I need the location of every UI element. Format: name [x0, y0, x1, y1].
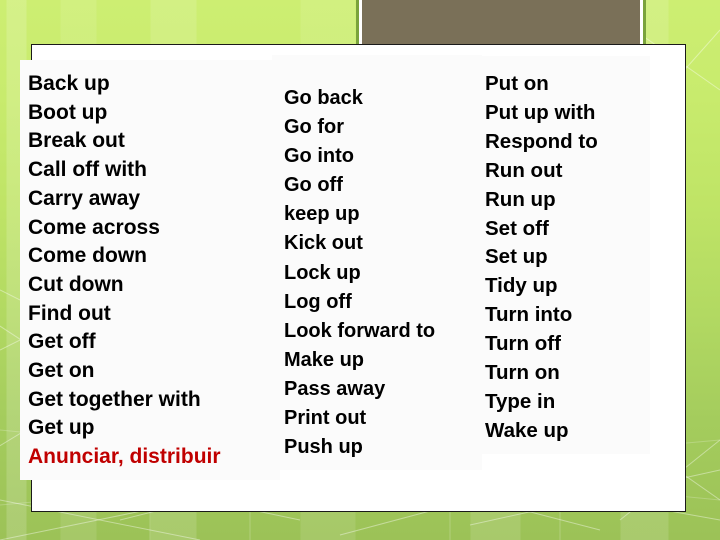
phrasal-verb-item: Kick out — [284, 232, 363, 255]
phrasal-verb-item: Lock up — [284, 261, 361, 284]
phrasal-verb-item: Cut down — [28, 272, 124, 296]
phrasal-verb-item: Get on — [28, 359, 95, 383]
phrasal-verb-item: Make up — [284, 348, 365, 371]
phrasal-verb-item: Go back — [284, 87, 363, 109]
phrasal-verb-item: Run out — [485, 158, 563, 182]
phrasal-verb-item: Tidy up — [485, 274, 558, 298]
phrasal-verb-item: Boot up — [28, 100, 108, 124]
phrasal-verb-item: Turn on — [485, 361, 560, 385]
phrasal-verb-item: Turn off — [485, 332, 561, 356]
phrasal-verb-item: Run up — [485, 187, 556, 211]
phrasal-verb-item: Call off with — [28, 158, 147, 182]
phrasal-verb-item: Go off — [284, 174, 343, 197]
phrasal-verb-item: Go into — [284, 145, 354, 168]
phrasal-verb-item: Go for — [284, 116, 344, 139]
phrasal-verb-column-3: Put on Put up with Respond to Run out Run up… — [472, 56, 650, 454]
phrasal-verb-item: Get off — [28, 330, 96, 354]
phrasal-verb-item: Back up — [28, 72, 110, 95]
phrasal-verb-item: Wake up — [485, 418, 569, 442]
phrasal-verb-item: Come down — [28, 244, 147, 268]
phrasal-verb-item: Push up — [284, 436, 363, 459]
phrasal-verb-item: Put on — [485, 72, 549, 95]
phrasal-verb-item: Find out — [28, 301, 111, 325]
phrasal-verb-item: Type in — [485, 389, 556, 413]
phrasal-verb-item: Set up — [485, 245, 548, 269]
phrasal-verb-item: Come across — [28, 215, 160, 239]
phrasal-verb-item: Put up with — [485, 100, 596, 124]
phrasal-verb-item: Get together with — [28, 387, 201, 411]
phrasal-verb-item: Anunciar, distribuir — [28, 445, 221, 469]
phrasal-verb-item: Carry away — [28, 186, 141, 210]
phrasal-verb-item: keep up — [284, 203, 360, 226]
phrasal-verb-item: Pass away — [284, 377, 386, 400]
phrasal-verb-item: Print out — [284, 407, 367, 430]
phrasal-verb-item: Set off — [485, 216, 549, 240]
phrasal-verb-column-2: Go back Go for Go into Go off keep up Kick ou… — [272, 55, 482, 471]
phrasal-verb-item: Log off — [284, 290, 352, 313]
phrasal-verb-item: Break out — [28, 129, 125, 153]
phrasal-verb-item: Look forward to — [284, 319, 436, 342]
phrasal-verb-item: Turn into — [485, 303, 573, 327]
phrasal-verb-item: Get up — [28, 416, 95, 440]
phrasal-verb-column-1: Back up Boot up Break out Call off with Carr… — [20, 60, 280, 480]
slide-canvas: Back up Boot up Break out Call off with Carr… — [0, 0, 720, 540]
phrasal-verb-item: Respond to — [485, 129, 598, 153]
